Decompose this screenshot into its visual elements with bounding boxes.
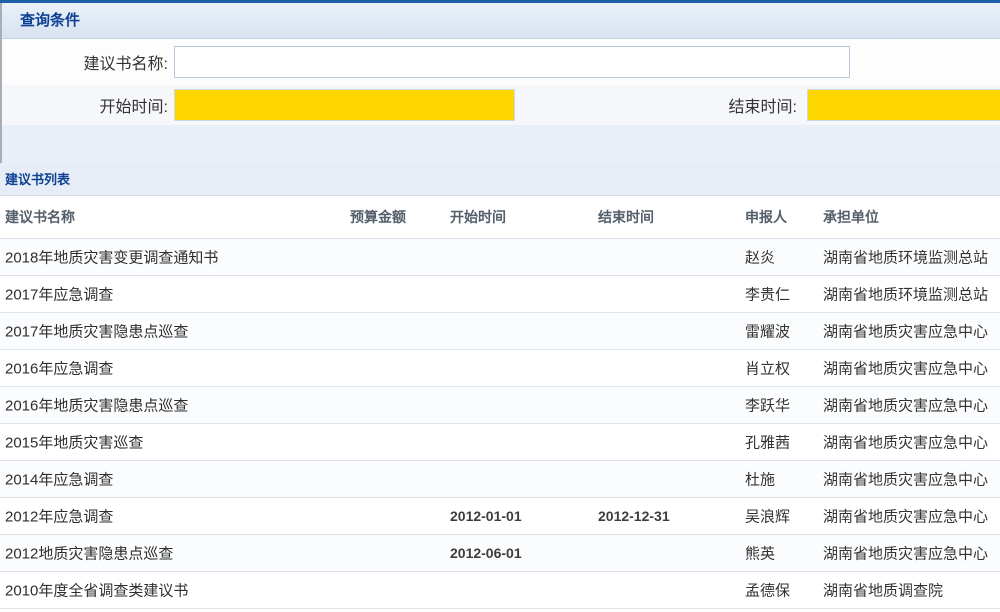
cell-applicant: 孔雅茜 [745, 432, 790, 453]
cell-proposal-name: 2016年地质灾害隐患点巡查 [5, 395, 188, 416]
proposal-list-title: 建议书列表 [0, 163, 1000, 196]
table-header-row: 建议书名称 预算金额 开始时间 结束时间 申报人 承担单位 [0, 196, 1000, 239]
cell-unit: 湖南省地质环境监测总站 [823, 247, 988, 268]
cell-proposal-name: 2014年应急调查 [5, 469, 113, 490]
table-row[interactable]: 2018年地质灾害变更调查通知书 赵炎 湖南省地质环境监测总站 [0, 239, 1000, 276]
cell-proposal-name: 2017年应急调查 [5, 284, 113, 305]
cell-unit: 湖南省地质灾害应急中心 [823, 469, 988, 490]
table-row[interactable]: 2012地质灾害隐患点巡查 2012-06-01 熊英 湖南省地质灾害应急中心 [0, 535, 1000, 572]
start-time-input[interactable] [174, 89, 515, 121]
cell-unit: 湖南省地质灾害应急中心 [823, 321, 988, 342]
column-header-budget: 预算金额 [350, 207, 406, 227]
table-row[interactable]: 2015年地质灾害巡查 孔雅茜 湖南省地质灾害应急中心 [0, 424, 1000, 461]
cell-applicant: 熊英 [745, 543, 775, 564]
table-body: 2018年地质灾害变更调查通知书 赵炎 湖南省地质环境监测总站 2017年应急调… [0, 239, 1000, 609]
column-header-name: 建议书名称 [5, 207, 75, 227]
table-row[interactable]: 2017年地质灾害隐患点巡查 雷耀波 湖南省地质灾害应急中心 [0, 313, 1000, 350]
cell-end-time: 2012-12-31 [598, 508, 670, 524]
cell-unit: 湖南省地质环境监测总站 [823, 284, 988, 305]
proposal-name-label: 建议书名称: [2, 39, 168, 85]
cell-start-time: 2012-01-01 [450, 508, 522, 524]
query-panel-footer [2, 125, 1000, 163]
cell-proposal-name: 2010年度全省调查类建议书 [5, 580, 188, 601]
cell-proposal-name: 2016年应急调查 [5, 358, 113, 379]
cell-applicant: 雷耀波 [745, 321, 790, 342]
cell-unit: 湖南省地质调查院 [823, 580, 943, 601]
cell-applicant: 李贵仁 [745, 284, 790, 305]
cell-applicant: 吴浪辉 [745, 506, 790, 527]
cell-proposal-name: 2018年地质灾害变更调查通知书 [5, 247, 218, 268]
cell-proposal-name: 2015年地质灾害巡查 [5, 432, 143, 453]
query-panel-title: 查询条件 [2, 3, 1000, 39]
cell-unit: 湖南省地质灾害应急中心 [823, 358, 988, 379]
column-header-unit: 承担单位 [823, 207, 879, 227]
cell-proposal-name: 2017年地质灾害隐患点巡查 [5, 321, 188, 342]
cell-applicant: 孟德保 [745, 580, 790, 601]
cell-proposal-name: 2012年应急调查 [5, 506, 113, 527]
proposal-name-row: 建议书名称: [2, 39, 1000, 85]
table-row[interactable]: 2016年地质灾害隐患点巡查 李跃华 湖南省地质灾害应急中心 [0, 387, 1000, 424]
cell-unit: 湖南省地质灾害应急中心 [823, 395, 988, 416]
query-panel: 查询条件 建议书名称: 开始时间: 结束时间: [0, 3, 1000, 163]
query-form: 建议书名称: 开始时间: 结束时间: [2, 39, 1000, 163]
end-time-input[interactable] [807, 89, 1000, 121]
start-time-label: 开始时间: [2, 85, 168, 125]
column-header-applicant: 申报人 [745, 207, 787, 227]
table-row[interactable]: 2017年应急调查 李贵仁 湖南省地质环境监测总站 [0, 276, 1000, 313]
cell-proposal-name: 2012地质灾害隐患点巡查 [5, 543, 173, 564]
proposal-name-input[interactable] [174, 46, 850, 78]
cell-unit: 湖南省地质灾害应急中心 [823, 543, 988, 564]
column-header-end: 结束时间 [598, 207, 654, 227]
column-header-start: 开始时间 [450, 207, 506, 227]
cell-applicant: 杜施 [745, 469, 775, 490]
cell-applicant: 李跃华 [745, 395, 790, 416]
table-row[interactable]: 2016年应急调查 肖立权 湖南省地质灾害应急中心 [0, 350, 1000, 387]
proposal-list-panel: 建议书列表 建议书名称 预算金额 开始时间 结束时间 申报人 承担单位 2018… [0, 163, 1000, 609]
cell-unit: 湖南省地质灾害应急中心 [823, 432, 988, 453]
cell-applicant: 肖立权 [745, 358, 790, 379]
table-row[interactable]: 2014年应急调查 杜施 湖南省地质灾害应急中心 [0, 461, 1000, 498]
time-range-row: 开始时间: 结束时间: [2, 85, 1000, 125]
cell-applicant: 赵炎 [745, 247, 775, 268]
cell-start-time: 2012-06-01 [450, 545, 522, 561]
cell-unit: 湖南省地质灾害应急中心 [823, 506, 988, 527]
table-row[interactable]: 2012年应急调查 2012-01-01 2012-12-31 吴浪辉 湖南省地… [0, 498, 1000, 535]
table-row[interactable]: 2010年度全省调查类建议书 孟德保 湖南省地质调查院 [0, 572, 1000, 609]
end-time-label: 结束时间: [632, 85, 797, 125]
